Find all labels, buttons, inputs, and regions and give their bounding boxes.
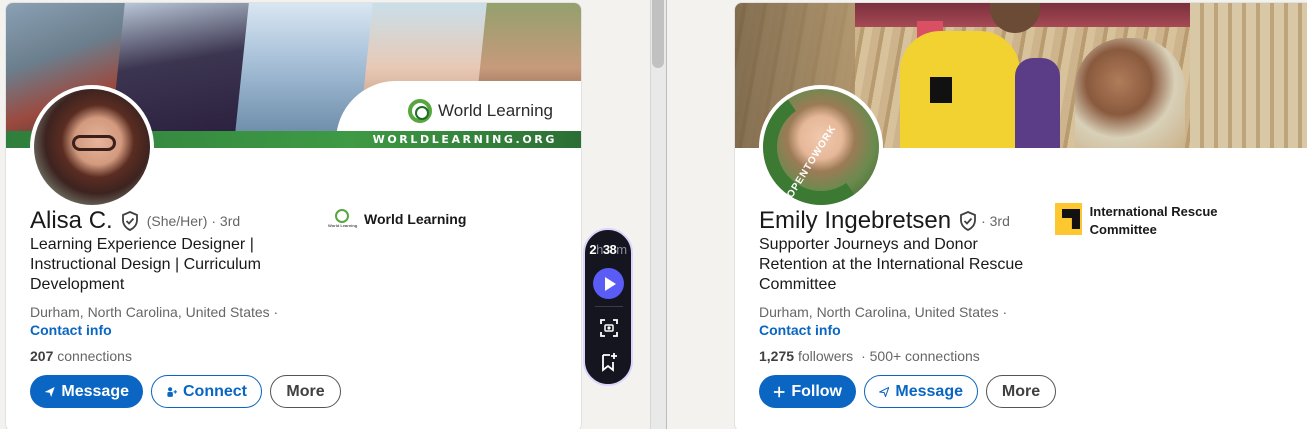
profile-name[interactable]: Emily Ingebretsen bbox=[759, 207, 951, 235]
profile-location: Durham, North Carolina, United States · bbox=[759, 304, 1008, 320]
send-icon bbox=[879, 386, 890, 397]
add-person-icon bbox=[167, 386, 177, 397]
bookmark-add-icon[interactable] bbox=[599, 352, 619, 372]
timer-widget[interactable]: 2h38m bbox=[583, 228, 633, 386]
irc-vest-logo-icon bbox=[930, 77, 952, 103]
irc-logo-icon bbox=[1055, 203, 1082, 235]
avatar[interactable]: #OPENTOWORK bbox=[759, 85, 883, 209]
banner-url-text: WORLDLEARNING.ORG bbox=[372, 133, 557, 146]
profile-card-emily: #OPENTOWORK Emily Ingebretsen · 3rd Inte… bbox=[734, 2, 1307, 429]
connections-count[interactable]: 207 connections bbox=[30, 348, 132, 364]
profile-card-alisa: World Learning WORLDLEARNING.ORG Alisa C… bbox=[5, 2, 582, 429]
verified-shield-icon bbox=[121, 211, 138, 231]
verified-shield-icon bbox=[960, 211, 976, 231]
current-company[interactable]: International Rescue Committee bbox=[1055, 203, 1255, 239]
world-learning-logo-icon bbox=[408, 99, 432, 123]
world-learning-logo-icon: World Learning bbox=[328, 209, 357, 229]
contact-info-link[interactable]: Contact info bbox=[30, 322, 112, 338]
banner-logo: World Learning bbox=[408, 99, 553, 123]
connect-button[interactable]: Connect bbox=[151, 375, 262, 408]
connections-count[interactable]: · 500+ connections bbox=[861, 348, 980, 364]
message-button[interactable]: Message bbox=[30, 375, 143, 408]
scrollbar-thumb[interactable] bbox=[652, 0, 664, 68]
pronouns: (She/Her) bbox=[146, 213, 208, 229]
connection-degree: · 3rd bbox=[981, 213, 1010, 229]
connection-degree: · 3rd bbox=[211, 213, 241, 229]
current-company[interactable]: World Learning World Learning bbox=[328, 209, 466, 229]
screenshot-capture-icon[interactable] bbox=[599, 318, 619, 338]
play-icon[interactable] bbox=[593, 268, 624, 299]
message-button[interactable]: Message bbox=[864, 375, 978, 408]
profile-location: Durham, North Carolina, United States · bbox=[30, 304, 279, 320]
company-name: World Learning bbox=[364, 211, 467, 227]
avatar[interactable] bbox=[30, 85, 154, 209]
followers-count[interactable]: 1,275 followers · 500+ connections bbox=[759, 348, 980, 364]
plus-icon bbox=[773, 386, 785, 397]
follow-button[interactable]: Follow bbox=[759, 375, 856, 408]
timer-display: 2h38m bbox=[589, 242, 627, 257]
profile-name[interactable]: Alisa C. bbox=[30, 207, 113, 235]
company-name: International Rescue Committee bbox=[1089, 204, 1218, 237]
send-icon bbox=[44, 386, 55, 397]
more-button[interactable]: More bbox=[270, 375, 341, 408]
more-button[interactable]: More bbox=[986, 375, 1056, 408]
profile-headline: Learning Experience Designer | Instructi… bbox=[30, 236, 261, 293]
profile-headline: Supporter Journeys and Donor Retention a… bbox=[759, 236, 1024, 293]
banner-brand-text: World Learning bbox=[438, 101, 553, 120]
contact-info-link[interactable]: Contact info bbox=[759, 322, 841, 338]
